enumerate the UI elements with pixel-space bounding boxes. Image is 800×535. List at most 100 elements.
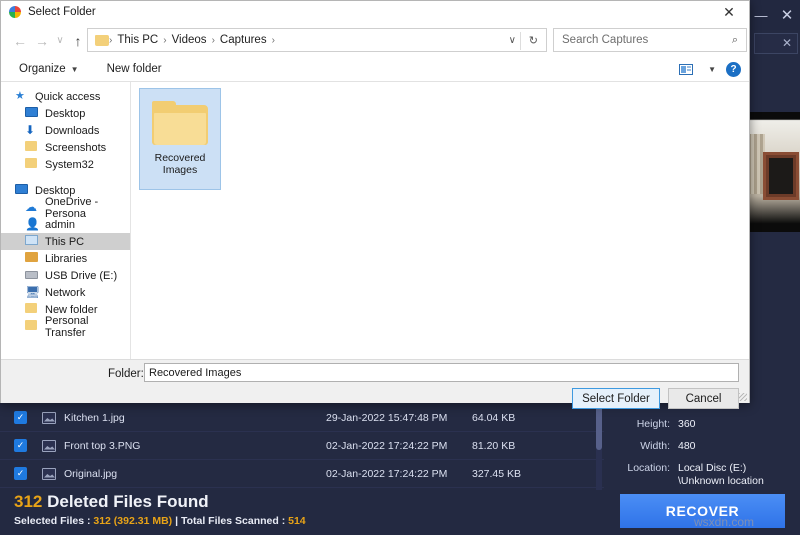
breadcrumb-captures[interactable]: Captures (215, 34, 272, 46)
sidebar-item-label: admin (45, 218, 75, 231)
chevron-down-icon[interactable]: ∨ (509, 35, 516, 46)
download-icon: ⬇ (25, 123, 36, 137)
deleted-files-list[interactable]: ✓ Kitchen 1.jpg 29-Jan-2022 15:47:48 PM … (0, 404, 604, 490)
row-checkbox[interactable]: ✓ (14, 467, 27, 480)
sidebar-item-label: Network (45, 286, 86, 299)
chevron-down-icon: ▼ (70, 64, 79, 74)
metadata-value: \Unknown location (678, 475, 764, 487)
dialog-body: ★ Quick access Desktop ⬇ Downloads Scree… (1, 82, 749, 359)
cancel-button[interactable]: Cancel (668, 388, 739, 409)
folder-field-label: Folder: (108, 368, 144, 380)
sidebar-item-downloads[interactable]: ⬇ Downloads (1, 122, 130, 139)
sidebar-item-this-pc[interactable]: This PC (1, 233, 130, 250)
selected-files-value: 312 (392.31 MB) (93, 515, 173, 527)
metadata-row: Location: Local Disc (E:) (612, 462, 800, 475)
sidebar-item-personal-transfer[interactable]: Personal Transfer (1, 315, 130, 339)
sidebar-item-onedrive[interactable]: ☁ OneDrive - Persona (1, 196, 130, 220)
sidebar-item-label: USB Drive (E:) (45, 269, 118, 282)
watermark: wsxdn.com (694, 515, 755, 529)
sidebar-item-libraries[interactable]: Libraries (1, 250, 130, 267)
sidebar-item-label: Libraries (45, 252, 88, 265)
recent-locations-icon[interactable]: ∨ (53, 30, 67, 52)
file-name: Kitchen 1.jpg (64, 411, 125, 424)
folder-tab (152, 101, 176, 108)
star-icon: ★ (15, 90, 25, 102)
app-search-clear-icon[interactable]: ✕ (782, 36, 792, 50)
breadcrumb-videos[interactable]: Videos (167, 34, 212, 46)
up-icon[interactable]: ↑ (67, 30, 89, 52)
table-row[interactable]: ✓ Kitchen 1.jpg 29-Jan-2022 15:47:48 PM … (0, 404, 604, 432)
toolbar-right-group: ▼ ? (679, 61, 741, 77)
folder-icon (25, 320, 39, 333)
table-row[interactable]: ✓ Front top 3.PNG 02-Jan-2022 17:24:22 P… (0, 432, 604, 460)
sidebar-item-network[interactable]: 🖥 Network (1, 284, 130, 301)
organize-button[interactable]: Organize ▼ (19, 63, 79, 75)
metadata-key: Height: (636, 418, 670, 430)
user-icon: 👤 (25, 217, 40, 231)
sidebar-item-label: Screenshots (45, 141, 107, 154)
organize-label: Organize (19, 63, 66, 75)
selected-files-label: Selected Files : (14, 515, 94, 527)
metadata-value: Local Disc (E:) (678, 462, 747, 474)
address-bar[interactable]: › This PC › Videos › Captures › ∨ ↻ (87, 28, 547, 52)
file-date: 02-Jan-2022 17:24:22 PM (326, 439, 448, 452)
total-scanned-value: 514 (288, 515, 306, 527)
dialog-close-button[interactable]: ✕ (709, 1, 749, 23)
sidebar-item-screenshots[interactable]: Screenshots (1, 139, 130, 156)
network-icon: 🖥 (25, 285, 41, 299)
help-icon[interactable]: ? (726, 61, 741, 77)
folder-item-recovered-images[interactable]: Recovered Images (139, 88, 221, 190)
folder-item-label: Recovered Images (155, 152, 206, 176)
dialog-title: Select Folder (28, 6, 96, 18)
row-checkbox[interactable]: ✓ (14, 439, 27, 452)
deleted-files-found-text: Deleted Files Found (42, 492, 209, 511)
folder-icon (25, 158, 39, 171)
folder-label-line1: Recovered (154, 152, 206, 164)
file-size: 327.45 KB (472, 467, 522, 480)
sidebar-item-label: Desktop (45, 107, 86, 120)
sidebar-item-label: Quick access (35, 90, 101, 103)
monitor-icon (15, 184, 29, 197)
metadata-key: Width: (640, 440, 670, 452)
back-icon[interactable]: ← (9, 30, 31, 52)
forward-icon[interactable]: → (31, 30, 53, 52)
sidebar-item-label: Personal Transfer (45, 314, 89, 339)
resize-grip[interactable] (739, 393, 747, 401)
sidebar-item-quick-access[interactable]: ★ Quick access (1, 88, 130, 105)
change-view-icon[interactable] (679, 63, 694, 75)
dialog-toolbar: Organize ▼ New folder ▼ ? (1, 57, 749, 82)
row-checkbox[interactable]: ✓ (14, 411, 27, 424)
refresh-icon[interactable]: ↻ (529, 34, 538, 47)
sidebar-item-desktop[interactable]: Desktop (1, 105, 130, 122)
dialog-titlebar: Select Folder (1, 1, 749, 23)
photos-app-icon (9, 6, 21, 18)
sidebar-item-usb-drive[interactable]: USB Drive (E:) (1, 267, 130, 284)
app-close-button[interactable]: ✕ (774, 2, 800, 28)
selection-summary: Selected Files : 312 (392.31 MB) | Total… (14, 515, 306, 527)
file-items-pane[interactable]: Recovered Images (131, 82, 749, 359)
sidebar-divider (1, 173, 130, 182)
folder-label-line2: Images (162, 164, 198, 176)
metadata-row: Width: 480 (612, 440, 800, 453)
file-date: 02-Jan-2022 17:24:22 PM (326, 467, 448, 480)
chevron-down-icon[interactable]: ▼ (708, 65, 716, 74)
file-list-scroll-thumb[interactable] (596, 404, 602, 450)
new-folder-button[interactable]: New folder (107, 63, 162, 75)
navigation-pane: ★ Quick access Desktop ⬇ Downloads Scree… (1, 82, 131, 359)
sidebar-item-system32[interactable]: System32 (1, 156, 130, 173)
select-folder-button[interactable]: Select Folder (572, 388, 660, 409)
search-input[interactable]: Search Captures ⌕ (553, 28, 747, 52)
folder-name-input[interactable] (144, 363, 739, 382)
file-name: Front top 3.PNG (64, 439, 141, 452)
breadcrumb-separator: › (271, 34, 275, 46)
app-minimize-button[interactable]: — (748, 2, 774, 28)
deleted-files-count: 312 (14, 492, 43, 511)
file-date: 29-Jan-2022 15:47:48 PM (326, 411, 448, 424)
breadcrumb-this-pc[interactable]: This PC (112, 34, 163, 46)
select-folder-dialog: Select Folder ✕ ← → ∨ ↑ › This PC › Vide… (0, 0, 750, 409)
metadata-row: Height: 360 (612, 418, 800, 431)
file-size: 81.20 KB (472, 439, 516, 452)
total-scanned-label: | Total Files Scanned : (172, 515, 289, 527)
table-row[interactable]: ✓ Original.jpg 02-Jan-2022 17:24:22 PM 3… (0, 460, 604, 488)
search-icon[interactable]: ⌕ (732, 34, 738, 47)
